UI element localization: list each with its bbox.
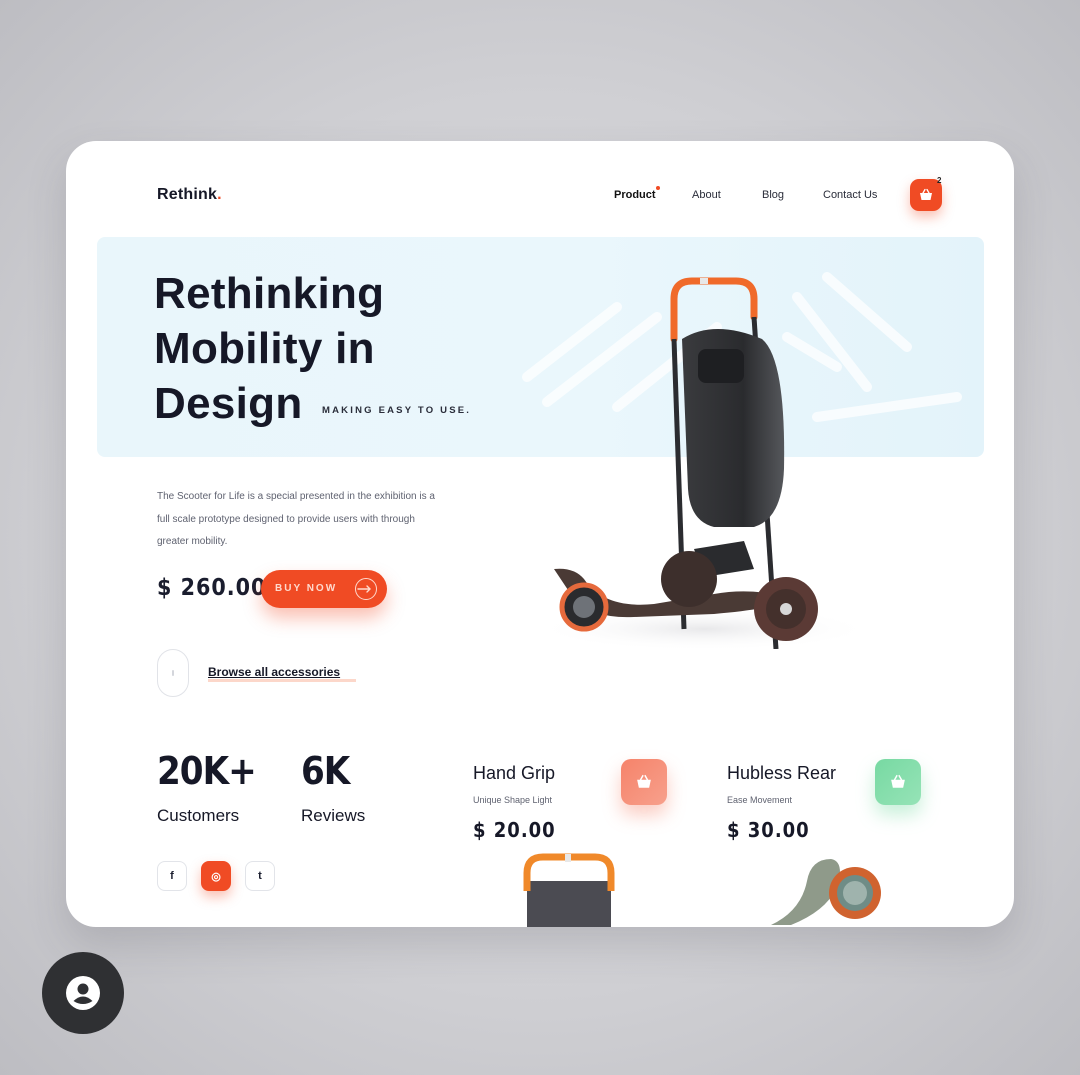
facebook-button[interactable]: f [157, 861, 187, 891]
landing-card: Rethink. Product About Blog Contact Us 2 [66, 141, 1014, 927]
twitter-button[interactable]: t [245, 861, 275, 891]
instagram-button[interactable]: ◎ [201, 861, 231, 891]
brand-logo[interactable]: Rethink. [157, 186, 222, 204]
cart-count-badge: 2 [937, 176, 942, 185]
hero-price: $ 260.00 [157, 575, 267, 601]
basket-icon [891, 774, 905, 788]
product-price: $ 30.00 [727, 818, 810, 842]
nav-item-contact[interactable]: Contact Us [823, 189, 877, 201]
brand-dot: . [217, 186, 222, 203]
arrow-right-icon [355, 578, 377, 600]
product-card-hand-grip[interactable]: Hand Grip Unique Shape Light $ 20.00 [447, 741, 687, 927]
buy-now-label: BUY NOW [275, 583, 338, 594]
hero-title-line-1: Rethinking [154, 269, 385, 318]
scooter-image [534, 277, 874, 649]
stat-reviews-label: Reviews [301, 806, 366, 825]
product-price: $ 20.00 [473, 818, 556, 842]
hero-title-line-2: Mobility in [154, 324, 375, 373]
basket-icon [920, 188, 932, 200]
brand-name: Rethink [157, 186, 218, 203]
buy-now-button[interactable]: BUY NOW [261, 570, 387, 608]
basket-icon [637, 774, 651, 788]
product-card-hubless-rear[interactable]: Hubless Rear Ease Movement $ 30.00 [701, 741, 941, 927]
user-icon [66, 976, 100, 1010]
hand-grip-image [523, 853, 615, 927]
hero-description: The Scooter for Life is a special presen… [157, 491, 435, 547]
hero-tagline: MAKING EASY TO USE. [322, 405, 472, 416]
add-to-cart-button[interactable] [621, 759, 667, 805]
product-subtitle: Unique Shape Light [473, 795, 553, 805]
hubless-wheel-image [771, 859, 881, 925]
twitter-icon: t [258, 870, 262, 882]
browse-highlight [208, 679, 356, 682]
scroll-mouse-icon [157, 649, 189, 697]
nav-item-about[interactable]: About [692, 189, 721, 201]
stat-reviews-value: 6K [301, 749, 350, 793]
product-name: Hand Grip [473, 763, 556, 783]
nav-item-product[interactable]: Product [614, 189, 656, 201]
hero-title-line-3: Design [154, 379, 303, 428]
browse-accessories-link[interactable]: Browse all accessories [208, 665, 340, 679]
product-name: Hubless Rear [727, 763, 837, 783]
profile-button[interactable] [42, 952, 124, 1034]
facebook-icon: f [170, 870, 174, 882]
mouse-wheel [172, 670, 174, 676]
add-to-cart-button[interactable] [875, 759, 921, 805]
stat-customers-label: Customers [157, 806, 240, 825]
nav-item-blog[interactable]: Blog [762, 189, 784, 201]
product-subtitle: Ease Movement [727, 795, 793, 805]
stat-customers-value: 20K+ [157, 749, 257, 793]
nav-active-indicator [656, 186, 660, 190]
instagram-icon: ◎ [211, 870, 221, 883]
